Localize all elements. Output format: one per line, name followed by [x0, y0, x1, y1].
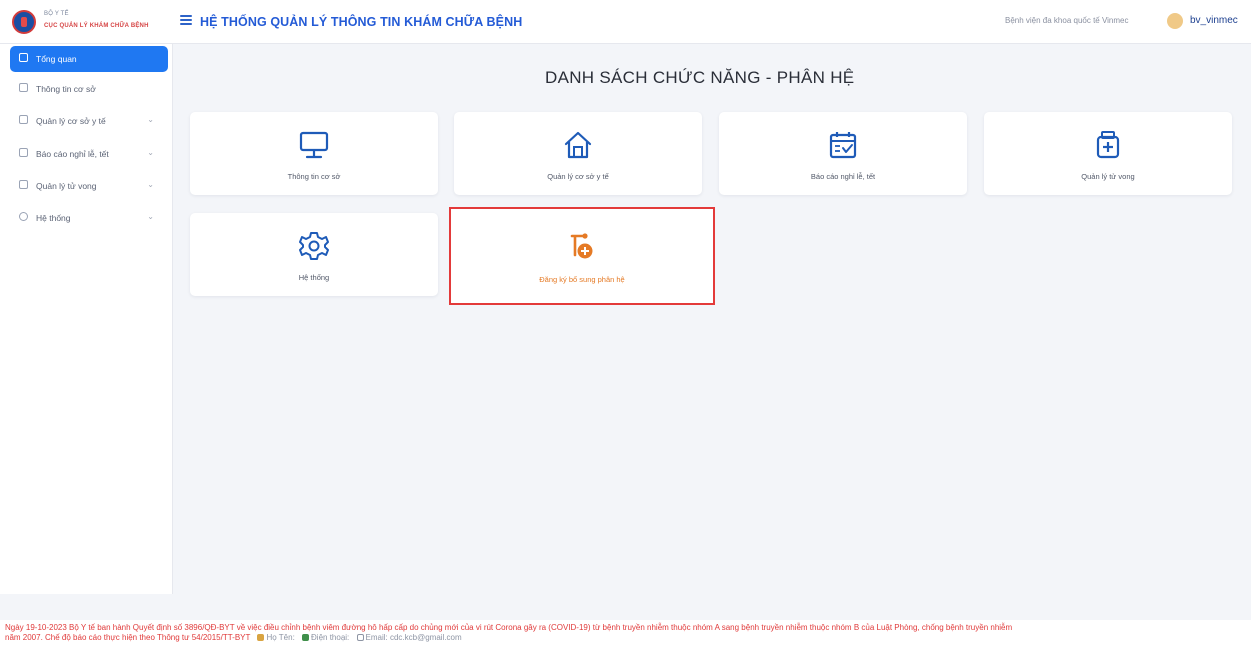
- sidebar-item-tong-quan[interactable]: Tổng quan: [10, 46, 168, 72]
- monitor-icon: [299, 131, 329, 159]
- covid-notice-text: năm 2007. Chế độ báo cáo thực hiện theo …: [5, 633, 251, 642]
- add-module-icon: [570, 233, 593, 259]
- card-label: Quản lý tử vong: [1081, 172, 1135, 181]
- top-header: BỘ Y TẾ CỤC QUẢN LÝ KHÁM CHỮA BỆNH HỆ TH…: [0, 0, 1251, 44]
- contact-email[interactable]: Email: cdc.kcb@gmail.com: [366, 633, 462, 642]
- card-he-thong[interactable]: Hệ thống: [190, 213, 438, 296]
- home-icon: [19, 115, 28, 124]
- sidebar-item-quan-ly-co-so-y-te[interactable]: Quản lý cơ sở y tế ⌄: [10, 108, 168, 134]
- sidebar-item-label: Tổng quan: [36, 54, 77, 64]
- sidebar-item-bao-cao-nghi-le[interactable]: Báo cáo nghỉ lễ, tết ⌄: [10, 141, 168, 167]
- chevron-down-icon: ⌄: [147, 115, 154, 124]
- medical-box-icon: [1096, 131, 1120, 159]
- gear-icon: [299, 232, 329, 260]
- monitor-icon: [19, 83, 28, 92]
- sidebar-item-label: Hệ thống: [36, 213, 71, 223]
- card-label: Đăng ký bổ sung phân hệ: [539, 275, 625, 284]
- calendar-check-icon: [829, 132, 857, 159]
- card-quan-ly-tu-vong[interactable]: Quản lý tử vong: [984, 112, 1232, 195]
- card-label: Thông tin cơ sở: [287, 172, 341, 181]
- card-dang-ky-bo-sung-phan-he[interactable]: Đăng ký bổ sung phân hệ: [449, 207, 715, 305]
- medical-box-icon: [19, 180, 28, 189]
- card-quan-ly-co-so-y-te[interactable]: Quản lý cơ sở y tế: [454, 112, 702, 195]
- footer-notice-bar: Ngày 19-10-2023 Bộ Y tế ban hành Quyết đ…: [0, 620, 1251, 645]
- card-label: Báo cáo nghỉ lễ, tết: [810, 172, 876, 181]
- card-bao-cao-nghi-le[interactable]: Báo cáo nghỉ lễ, tết: [719, 112, 967, 195]
- username[interactable]: bv_vinmec: [1190, 15, 1238, 26]
- org-name-line1: BỘ Y TẾ: [44, 11, 69, 17]
- dashboard-icon: [19, 53, 28, 62]
- contact-phone: Điện thoại:: [311, 633, 350, 642]
- sidebar-item-label: Quản lý cơ sở y tế: [36, 116, 106, 126]
- sidebar-item-label: Báo cáo nghỉ lễ, tết: [36, 149, 109, 159]
- ministry-logo[interactable]: [12, 10, 36, 34]
- contact-name: Họ Tên:: [266, 633, 295, 642]
- sidebar-item-label: Quản lý tử vong: [36, 181, 97, 191]
- user-icon: [257, 634, 265, 641]
- home-icon: [564, 131, 592, 159]
- email-icon: [356, 634, 364, 641]
- sidebar-item-quan-ly-tu-vong[interactable]: Quản lý tử vong ⌄: [10, 173, 168, 199]
- calendar-icon: [19, 148, 28, 157]
- user-avatar[interactable]: [1167, 13, 1183, 29]
- card-label: Hệ thống: [298, 273, 330, 282]
- chevron-down-icon: ⌄: [147, 212, 154, 221]
- gear-icon: [19, 212, 28, 221]
- menu-toggle-icon[interactable]: [180, 15, 192, 25]
- phone-icon: [302, 634, 310, 641]
- sidebar: Tổng quan Thông tin cơ sở Quản lý cơ sở …: [0, 44, 173, 594]
- hospital-name: Bệnh viện đa khoa quốc tế Vinmec: [1005, 16, 1129, 25]
- app-title: HỆ THỐNG QUẢN LÝ THÔNG TIN KHÁM CHỮA BỆN…: [200, 15, 523, 29]
- sidebar-item-label: Thông tin cơ sở: [36, 84, 96, 94]
- chevron-down-icon: ⌄: [147, 180, 154, 189]
- chevron-down-icon: ⌄: [147, 148, 154, 157]
- card-label: Quản lý cơ sở y tế: [547, 172, 609, 181]
- card-thong-tin-co-so[interactable]: Thông tin cơ sở: [190, 112, 438, 195]
- covid-notice-line2: năm 2007. Chế độ báo cáo thực hiện theo …: [5, 633, 462, 644]
- page-title: DANH SÁCH CHỨC NĂNG - PHÂN HỆ: [545, 68, 855, 87]
- org-name-line2: CỤC QUẢN LÝ KHÁM CHỮA BỆNH: [44, 23, 149, 29]
- sidebar-item-he-thong[interactable]: Hệ thống ⌄: [10, 205, 168, 231]
- covid-notice-line1: Ngày 19-10-2023 Bộ Y tế ban hành Quyết đ…: [5, 623, 1013, 632]
- sidebar-item-thong-tin-co-so[interactable]: Thông tin cơ sở: [10, 76, 168, 102]
